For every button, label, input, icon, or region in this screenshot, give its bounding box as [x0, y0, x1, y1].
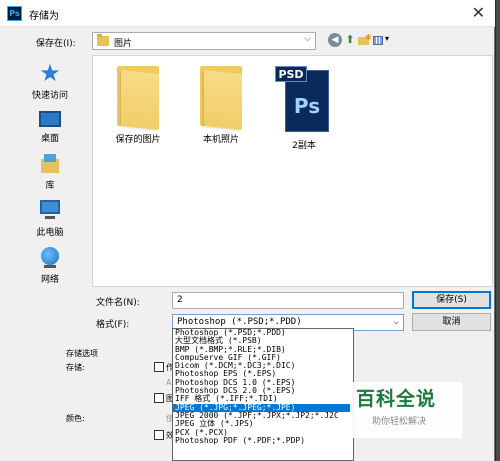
view-menu-button[interactable]: ▾: [372, 33, 392, 47]
format-label: 格式(F):: [96, 320, 130, 330]
folder-icon: [97, 34, 109, 46]
save-in-label: 保存在(I):: [36, 39, 76, 49]
file-name: 2副本: [292, 141, 316, 151]
place-label: 网络: [40, 275, 59, 285]
place-quick-access[interactable]: ★ 快速访问: [10, 61, 90, 101]
option-checkbox[interactable]: [154, 430, 164, 440]
title-bar: Ps 存储为 ✕: [0, 0, 495, 27]
file-item-folder[interactable]: 本机照片: [181, 66, 261, 145]
filename-label: 文件名(N):: [96, 298, 140, 308]
watermark-subtitle: 助你轻松解决: [372, 417, 427, 427]
place-library[interactable]: 库: [10, 151, 90, 191]
chevron-down-icon: ▾: [385, 34, 390, 43]
up-folder-button[interactable]: ⬆: [343, 33, 357, 47]
format-option[interactable]: Photoshop PDF (*.PDF;*.PDP): [173, 436, 353, 445]
save-label: 存储:: [66, 363, 85, 372]
place-label: 此电脑: [36, 228, 64, 238]
library-icon: [38, 151, 62, 175]
save-options-label: 存储选项: [66, 349, 98, 358]
chevron-down-icon[interactable]: ⌵: [394, 317, 399, 327]
folder-icon: [117, 66, 159, 130]
place-label: 快速访问: [31, 91, 68, 101]
color-label: 颜色:: [66, 414, 85, 423]
watermark: 百科全说 助你轻松解决: [350, 382, 462, 438]
save-in-value: 图片: [114, 39, 133, 49]
back-button[interactable]: ◀: [328, 33, 342, 47]
background-window-edge: [496, 0, 500, 461]
filename-input[interactable]: 2: [172, 292, 404, 309]
close-icon[interactable]: ✕: [472, 3, 485, 22]
file-list[interactable]: 保存的图片 本机照片 PSD Ps 2副本: [92, 55, 493, 287]
place-this-pc[interactable]: 此电脑: [10, 198, 90, 238]
option-checkbox[interactable]: [154, 362, 164, 372]
watermark-title: 百科全说: [356, 388, 437, 410]
dialog-title: 存储为: [29, 11, 59, 22]
chevron-down-icon[interactable]: ⌵: [304, 34, 311, 44]
star-icon: ★: [39, 59, 61, 87]
network-icon: [38, 245, 62, 269]
format-dropdown-list[interactable]: Photoshop (*.PSD;*.PDD) 大型文档格式 (*.PSB) BMP…: [172, 328, 354, 461]
folder-icon: [200, 66, 242, 130]
cancel-button[interactable]: 取消: [412, 313, 491, 331]
file-item-folder[interactable]: 保存的图片: [98, 66, 178, 145]
save-button[interactable]: 保存(S): [412, 291, 491, 309]
photoshop-icon: Ps: [7, 6, 22, 21]
desktop-icon: [39, 111, 61, 127]
place-label: 桌面: [40, 134, 59, 144]
place-label: 库: [45, 181, 55, 191]
option-checkbox[interactable]: [154, 393, 164, 403]
place-desktop[interactable]: 桌面: [10, 107, 90, 144]
places-bar: ★ 快速访问 桌面 库 此电脑 网络: [10, 55, 90, 295]
file-name: 保存的图片: [115, 135, 161, 145]
psd-file-icon: PSD Ps: [275, 66, 333, 132]
file-item-psd[interactable]: PSD Ps 2副本: [264, 66, 344, 151]
option-label: A: [166, 378, 172, 387]
sparkle-icon: ✱: [365, 33, 372, 42]
save-as-dialog: Ps 存储为 ✕ 保存在(I): 图片 ⌵ ◀ ⬆ ✱ ▾ ★ 快速访问 桌面 …: [0, 0, 495, 461]
save-in-combo[interactable]: 图片 ⌵: [92, 32, 316, 50]
place-network[interactable]: 网络: [10, 245, 90, 285]
computer-icon: [38, 198, 62, 222]
view-grid-icon: [373, 36, 383, 45]
format-value: Photoshop (*.PSD;*.PDD): [177, 317, 302, 327]
new-folder-button[interactable]: ✱: [357, 33, 372, 47]
file-name: 本机照片: [202, 135, 239, 145]
